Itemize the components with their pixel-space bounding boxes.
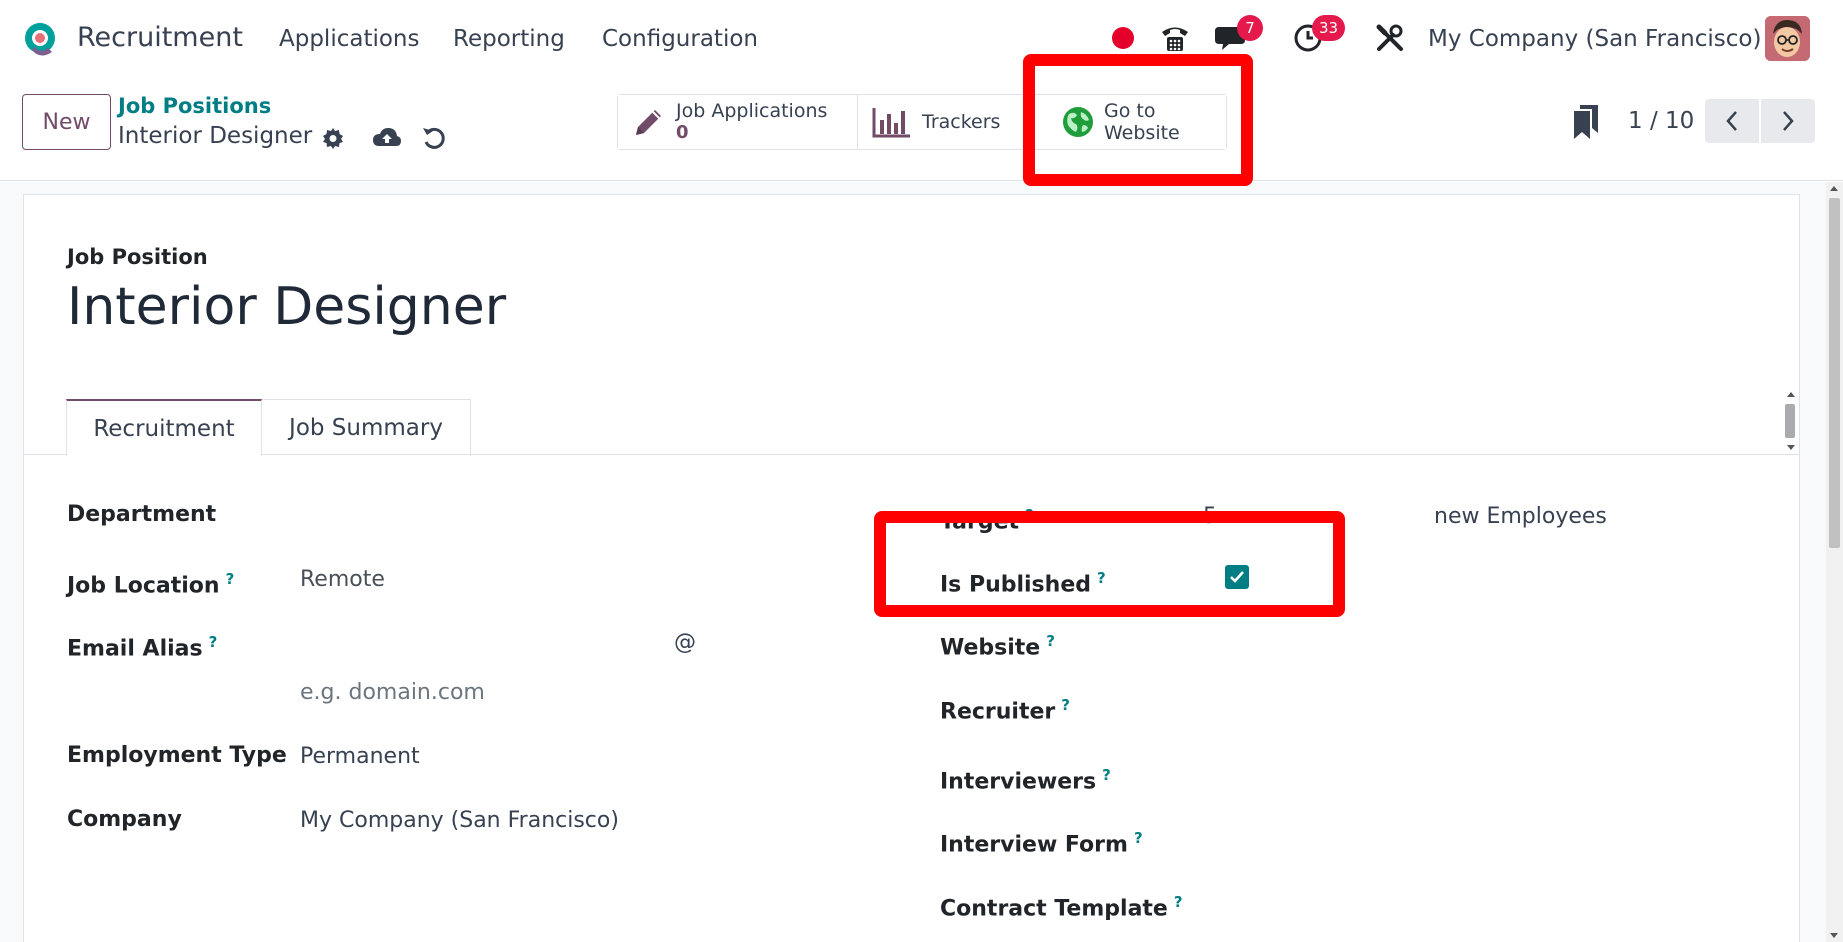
help-icon[interactable]: ? bbox=[1097, 569, 1106, 587]
pencil-icon bbox=[636, 110, 661, 135]
job-applications-label: Job Applications bbox=[676, 100, 828, 122]
globe-icon bbox=[1063, 107, 1093, 137]
form-tabs: Recruitment Job Summary bbox=[24, 399, 1799, 456]
form-sheet: Job Position Interior Designer Recruitme… bbox=[23, 194, 1800, 942]
gear-icon[interactable] bbox=[318, 123, 348, 153]
email-alias-label: Email Alias? bbox=[67, 633, 218, 662]
email-domain-field[interactable]: e.g. domain.com bbox=[300, 679, 485, 707]
is-published-checkbox[interactable] bbox=[1225, 565, 1249, 589]
is-published-label: Is Published? bbox=[940, 569, 1106, 598]
employment-type-label: Employment Type bbox=[67, 743, 287, 768]
bookmark-icon[interactable] bbox=[1572, 105, 1600, 141]
target-label: Target? bbox=[940, 506, 1034, 535]
website-label: Website? bbox=[940, 632, 1055, 661]
help-icon[interactable]: ? bbox=[1061, 696, 1070, 714]
recruiter-label: Recruiter? bbox=[940, 696, 1070, 725]
odoo-logo-icon[interactable] bbox=[20, 20, 60, 60]
scroll-up-arrow[interactable] bbox=[1787, 392, 1795, 397]
cloud-upload-icon[interactable] bbox=[372, 123, 402, 153]
pager-value[interactable]: 1 / 10 bbox=[1628, 106, 1694, 136]
pager-previous-button[interactable] bbox=[1705, 99, 1759, 143]
job-applications-button[interactable]: Job Applications 0 bbox=[618, 95, 858, 149]
page-scroll-up-arrow[interactable] bbox=[1830, 186, 1838, 191]
go-to-website-button[interactable]: Go to Website bbox=[1030, 95, 1226, 149]
phone-icon[interactable] bbox=[1157, 20, 1193, 56]
avatar[interactable] bbox=[1765, 16, 1810, 61]
messages-badge: 7 bbox=[1237, 15, 1263, 41]
tab-recruitment[interactable]: Recruitment bbox=[66, 399, 262, 456]
pager-next-button[interactable] bbox=[1761, 99, 1815, 143]
form-content-area: Job Position Interior Designer Recruitme… bbox=[0, 182, 1843, 942]
scroll-down-arrow[interactable] bbox=[1787, 445, 1795, 450]
job-position-title[interactable]: Interior Designer bbox=[67, 275, 506, 339]
tabs-scrollbar[interactable] bbox=[1783, 388, 1797, 454]
interviewers-label: Interviewers? bbox=[940, 766, 1111, 795]
job-applications-text: Job Applications 0 bbox=[676, 100, 827, 144]
tools-icon[interactable] bbox=[1372, 20, 1408, 56]
page-scroll-down-arrow[interactable] bbox=[1830, 933, 1838, 938]
go-to-website-text: Go to Website bbox=[1104, 100, 1180, 144]
menu-configuration[interactable]: Configuration bbox=[602, 24, 758, 54]
target-field[interactable]: 5 bbox=[1203, 503, 1217, 531]
help-icon[interactable]: ? bbox=[1046, 632, 1055, 650]
company-label: Company bbox=[67, 807, 182, 832]
new-button[interactable]: New bbox=[22, 94, 111, 150]
trackers-label: Trackers bbox=[922, 111, 1001, 133]
contract-template-label: Contract Template? bbox=[940, 893, 1183, 922]
control-panel: New Job Positions Interior Designer Job bbox=[0, 78, 1843, 181]
employment-type-field[interactable]: Permanent bbox=[300, 743, 420, 771]
job-location-label: Job Location? bbox=[67, 570, 235, 599]
menu-applications[interactable]: Applications bbox=[279, 24, 420, 54]
tab-job-summary[interactable]: Job Summary bbox=[262, 399, 471, 456]
trackers-text: Trackers bbox=[922, 111, 1000, 133]
page-scroll-thumb[interactable] bbox=[1829, 198, 1840, 548]
menu-reporting[interactable]: Reporting bbox=[453, 24, 565, 54]
help-icon[interactable]: ? bbox=[1102, 766, 1111, 784]
trackers-button[interactable]: Trackers bbox=[858, 95, 1030, 149]
target-suffix: new Employees bbox=[1434, 504, 1607, 529]
email-at-sign: @ bbox=[674, 630, 696, 655]
chevron-right-icon bbox=[1783, 111, 1794, 131]
help-icon[interactable]: ? bbox=[226, 570, 235, 588]
top-navbar: Recruitment Applications Reporting Confi… bbox=[0, 0, 1843, 78]
breadcrumb-current-record: Interior Designer bbox=[118, 123, 313, 149]
department-label: Department bbox=[67, 502, 217, 527]
checkmark-icon bbox=[1230, 571, 1244, 583]
help-icon[interactable]: ? bbox=[1025, 506, 1034, 524]
help-icon[interactable]: ? bbox=[209, 633, 218, 651]
job-applications-count: 0 bbox=[676, 122, 689, 143]
help-icon[interactable]: ? bbox=[1174, 893, 1183, 911]
interview-form-label: Interview Form? bbox=[940, 829, 1143, 858]
go-to-website-label-line2: Website bbox=[1104, 122, 1180, 144]
go-to-website-label-line1: Go to bbox=[1104, 100, 1156, 122]
job-location-field[interactable]: Remote bbox=[300, 566, 385, 594]
discard-changes-icon[interactable] bbox=[419, 123, 449, 153]
title-label: Job Position bbox=[67, 245, 208, 269]
activities-badge: 33 bbox=[1312, 15, 1346, 41]
record-dot-icon[interactable] bbox=[1112, 27, 1134, 49]
app-name[interactable]: Recruitment bbox=[77, 20, 243, 56]
smart-buttons: Job Applications 0 Trackers Go to Websit… bbox=[617, 94, 1227, 150]
breadcrumb-job-positions[interactable]: Job Positions bbox=[118, 92, 271, 120]
chevron-left-icon bbox=[1726, 111, 1737, 131]
page-scrollbar[interactable] bbox=[1826, 182, 1843, 942]
company-field[interactable]: My Company (San Francisco) bbox=[300, 807, 619, 835]
help-icon[interactable]: ? bbox=[1134, 829, 1143, 847]
scroll-thumb[interactable] bbox=[1785, 404, 1795, 438]
company-switcher[interactable]: My Company (San Francisco) bbox=[1428, 24, 1761, 54]
bar-chart-icon bbox=[872, 108, 910, 138]
